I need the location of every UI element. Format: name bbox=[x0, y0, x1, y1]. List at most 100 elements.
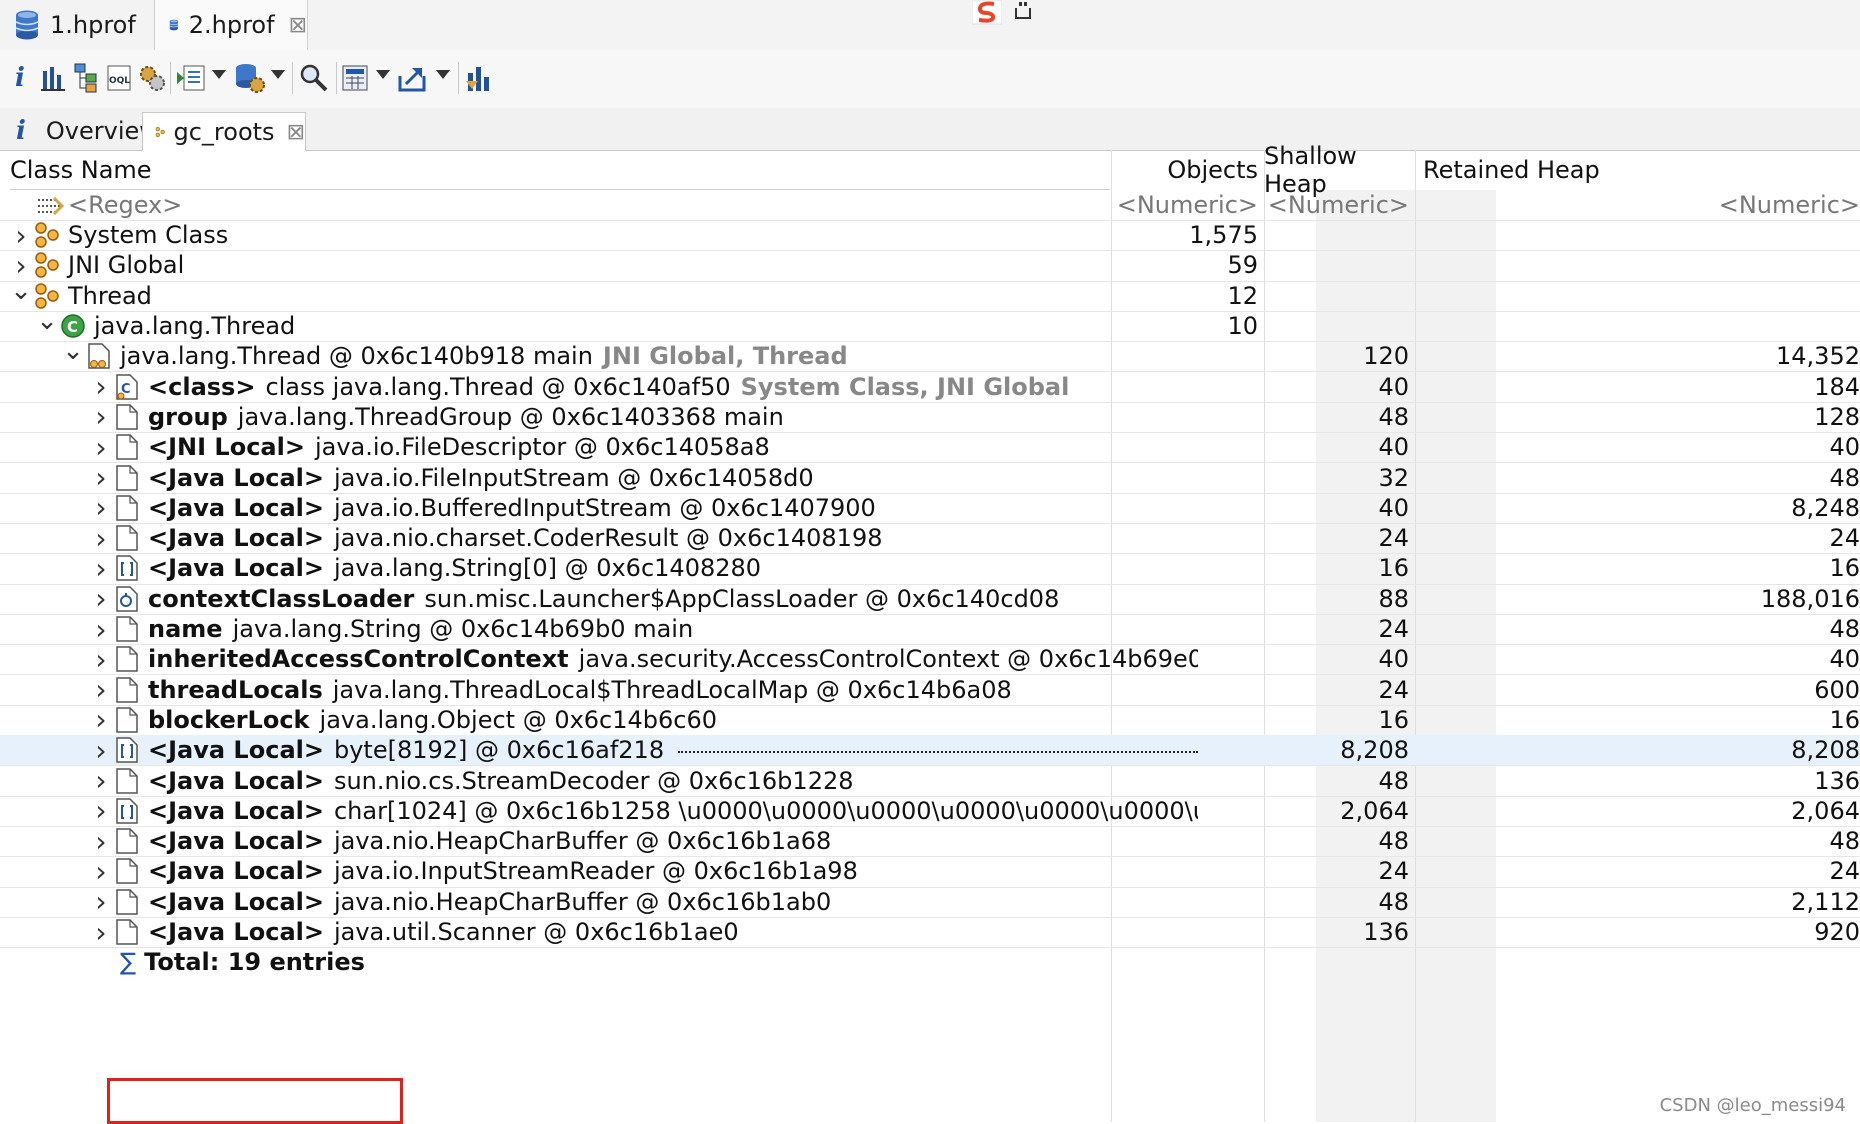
ime-icon[interactable] bbox=[972, 0, 1002, 26]
info-button[interactable]: i bbox=[10, 61, 30, 95]
expand-chevron-icon[interactable]: › bbox=[88, 735, 114, 765]
table-row[interactable]: › name java.lang.String @ 0x6c14b69b0 main… bbox=[0, 614, 1860, 646]
expand-chevron-icon[interactable]: › bbox=[88, 796, 114, 826]
expand-chevron-icon[interactable]: › bbox=[88, 675, 114, 705]
heap-dump-button[interactable] bbox=[234, 61, 266, 95]
header-class-name[interactable]: Class Name bbox=[10, 150, 1110, 190]
objects-cell bbox=[1111, 432, 1264, 462]
expand-chevron-icon[interactable]: › bbox=[88, 432, 114, 462]
table-row[interactable]: › System Class 1,575 bbox=[0, 220, 1860, 252]
expand-chevron-icon[interactable]: › bbox=[88, 402, 114, 432]
expand-chevron-icon[interactable]: › bbox=[88, 765, 114, 795]
calculator-button[interactable] bbox=[342, 61, 368, 95]
expand-chevron-icon[interactable]: › bbox=[88, 826, 114, 856]
reference-label: <Java Local> bbox=[148, 887, 324, 916]
header-shallow-heap[interactable]: Shallow Heap bbox=[1264, 142, 1415, 198]
table-row[interactable]: ⌄ Cjava.lang.Thread 10 bbox=[0, 311, 1860, 343]
shallow-cell: 40 bbox=[1378, 493, 1409, 522]
header-retained-heap[interactable]: Retained Heap bbox=[1415, 150, 1860, 190]
report-icon bbox=[177, 65, 205, 91]
calculator-dropdown-caret[interactable] bbox=[376, 70, 390, 79]
numeric-filter[interactable]: <Numeric> bbox=[1111, 190, 1264, 220]
numeric-filter[interactable]: <Numeric> bbox=[1415, 190, 1860, 220]
table-row[interactable]: › <Java Local> java.util.Scanner @ 0x6c16b… bbox=[0, 917, 1860, 949]
object-icon bbox=[116, 646, 138, 673]
expand-chevron-icon[interactable]: › bbox=[88, 644, 114, 674]
table-row[interactable]: › contextClassLoader sun.misc.Launcher$App… bbox=[0, 584, 1860, 615]
table-row[interactable]: › <JNI Local> java.io.FileDescriptor @ 0x6… bbox=[0, 432, 1860, 464]
expand-chevron-icon[interactable]: › bbox=[88, 917, 114, 947]
object-name: java.lang.Object @ 0x6c14b6c60 bbox=[319, 705, 718, 734]
editor-tab-2-hprof[interactable]: 2.hprof ⊠ bbox=[154, 0, 308, 50]
keyboard-icon[interactable] bbox=[1012, 0, 1034, 22]
table-row[interactable]: › <Java Local> sun.nio.cs.StreamDecoder @ … bbox=[0, 765, 1860, 797]
shallow-cell: 48 bbox=[1378, 887, 1409, 916]
expand-chevron-icon[interactable]: › bbox=[88, 372, 114, 402]
search-button[interactable] bbox=[299, 61, 329, 95]
collapse-chevron-icon[interactable]: ⌄ bbox=[8, 281, 34, 306]
retained-cell: 2,112 bbox=[1791, 887, 1860, 916]
dominator-tree-icon bbox=[74, 63, 97, 93]
total-highlight-box bbox=[107, 1078, 403, 1124]
table-row[interactable]: › C <class> class java.lang.Thread @ 0x6c14… bbox=[0, 372, 1860, 403]
expand-chevron-icon[interactable]: › bbox=[88, 887, 114, 917]
tab-gc-roots[interactable]: gc_roots ⊠ bbox=[142, 112, 306, 151]
editor-tab-1-hprof[interactable]: 1.hprof bbox=[0, 0, 150, 50]
shallow-cell: 48 bbox=[1378, 402, 1409, 431]
expand-chevron-icon[interactable]: › bbox=[88, 493, 114, 523]
table-row[interactable]: › <Java Local> java.io.InputStreamReader @… bbox=[0, 856, 1860, 888]
table-row[interactable]: › <Java Local> char[1024] @ 0x6c16b1258 \u… bbox=[0, 796, 1860, 827]
expand-chevron-icon[interactable]: › bbox=[88, 553, 114, 583]
report-dropdown-caret[interactable] bbox=[212, 70, 226, 79]
tab-overview[interactable]: i Overview bbox=[4, 112, 159, 150]
objects-cell bbox=[1111, 796, 1264, 826]
table-row[interactable]: › threadLocals java.lang.ThreadLocal$Threa… bbox=[0, 675, 1860, 706]
retained-cell: 8,208 bbox=[1791, 736, 1860, 765]
table-row[interactable]: › <Java Local> java.io.FileInputStream @ 0… bbox=[0, 462, 1860, 494]
table-row[interactable]: › <Java Local> byte[8192] @ 0x6c16af218 8,2… bbox=[0, 735, 1860, 767]
table-row[interactable]: ⌄ java.lang.Thread @ 0x6c140b918 main JNI … bbox=[0, 341, 1860, 373]
dominator-tree-button[interactable] bbox=[74, 61, 100, 95]
table-row[interactable]: › <Java Local> java.nio.HeapCharBuffer @ 0… bbox=[0, 826, 1860, 858]
expand-chevron-icon[interactable]: › bbox=[88, 523, 114, 553]
array-icon bbox=[116, 798, 138, 824]
expand-chevron-icon[interactable]: › bbox=[88, 584, 114, 614]
table-row[interactable]: › <Java Local> java.io.BufferedInputStream… bbox=[0, 493, 1860, 524]
collapse-chevron-icon[interactable]: ⌄ bbox=[60, 341, 86, 366]
table-row[interactable]: › inheritedAccessControlContext java.secur… bbox=[0, 644, 1860, 676]
table-row[interactable]: › <Java Local> java.nio.HeapCharBuffer @ 0… bbox=[0, 887, 1860, 918]
shallow-cell bbox=[1264, 250, 1415, 280]
objects-cell bbox=[1111, 705, 1264, 735]
histogram-button[interactable] bbox=[40, 61, 66, 95]
objects-cell: 10 bbox=[1227, 312, 1258, 341]
run-report-button[interactable] bbox=[464, 61, 492, 95]
close-icon[interactable]: ⊠ bbox=[287, 120, 305, 145]
table-row[interactable]: › <Java Local> java.nio.charset.CoderResul… bbox=[0, 523, 1860, 555]
collapse-chevron-icon[interactable]: ⌄ bbox=[34, 311, 60, 336]
export-button[interactable] bbox=[398, 61, 430, 95]
expand-chevron-icon[interactable]: › bbox=[8, 250, 34, 280]
table-row[interactable]: › JNI Global 59 bbox=[0, 250, 1860, 282]
retained-cell: 24 bbox=[1829, 857, 1860, 886]
expand-chevron-icon[interactable]: › bbox=[88, 614, 114, 644]
expand-chevron-icon[interactable]: › bbox=[88, 705, 114, 735]
expand-chevron-icon[interactable]: › bbox=[88, 856, 114, 886]
close-icon[interactable]: ⊠ bbox=[289, 13, 307, 38]
export-dropdown-caret[interactable] bbox=[436, 70, 450, 79]
oql-button[interactable]: OQL bbox=[106, 61, 132, 95]
heap-dump-dropdown-caret[interactable] bbox=[271, 70, 285, 79]
export-icon bbox=[398, 68, 426, 92]
table-row[interactable]: ⌄ Thread 12 bbox=[0, 281, 1860, 312]
expand-chevron-icon[interactable]: › bbox=[8, 220, 34, 250]
table-row[interactable]: › blockerLock java.lang.Object @ 0x6c14b6c… bbox=[0, 705, 1860, 737]
numeric-filter[interactable]: <Numeric> bbox=[1264, 190, 1415, 220]
editor-tab-label: 2.hprof bbox=[188, 11, 275, 39]
objects-cell bbox=[1111, 644, 1264, 674]
header-objects[interactable]: Objects bbox=[1111, 150, 1264, 190]
settings-button[interactable] bbox=[138, 61, 166, 95]
report-button[interactable] bbox=[176, 61, 206, 95]
table-row[interactable]: › group java.lang.ThreadGroup @ 0x6c140336… bbox=[0, 402, 1860, 434]
expand-chevron-icon[interactable]: › bbox=[88, 462, 114, 492]
table-row[interactable]: › <Java Local> java.lang.String[0] @ 0x6c1… bbox=[0, 553, 1860, 585]
object-name: Thread bbox=[68, 281, 152, 310]
